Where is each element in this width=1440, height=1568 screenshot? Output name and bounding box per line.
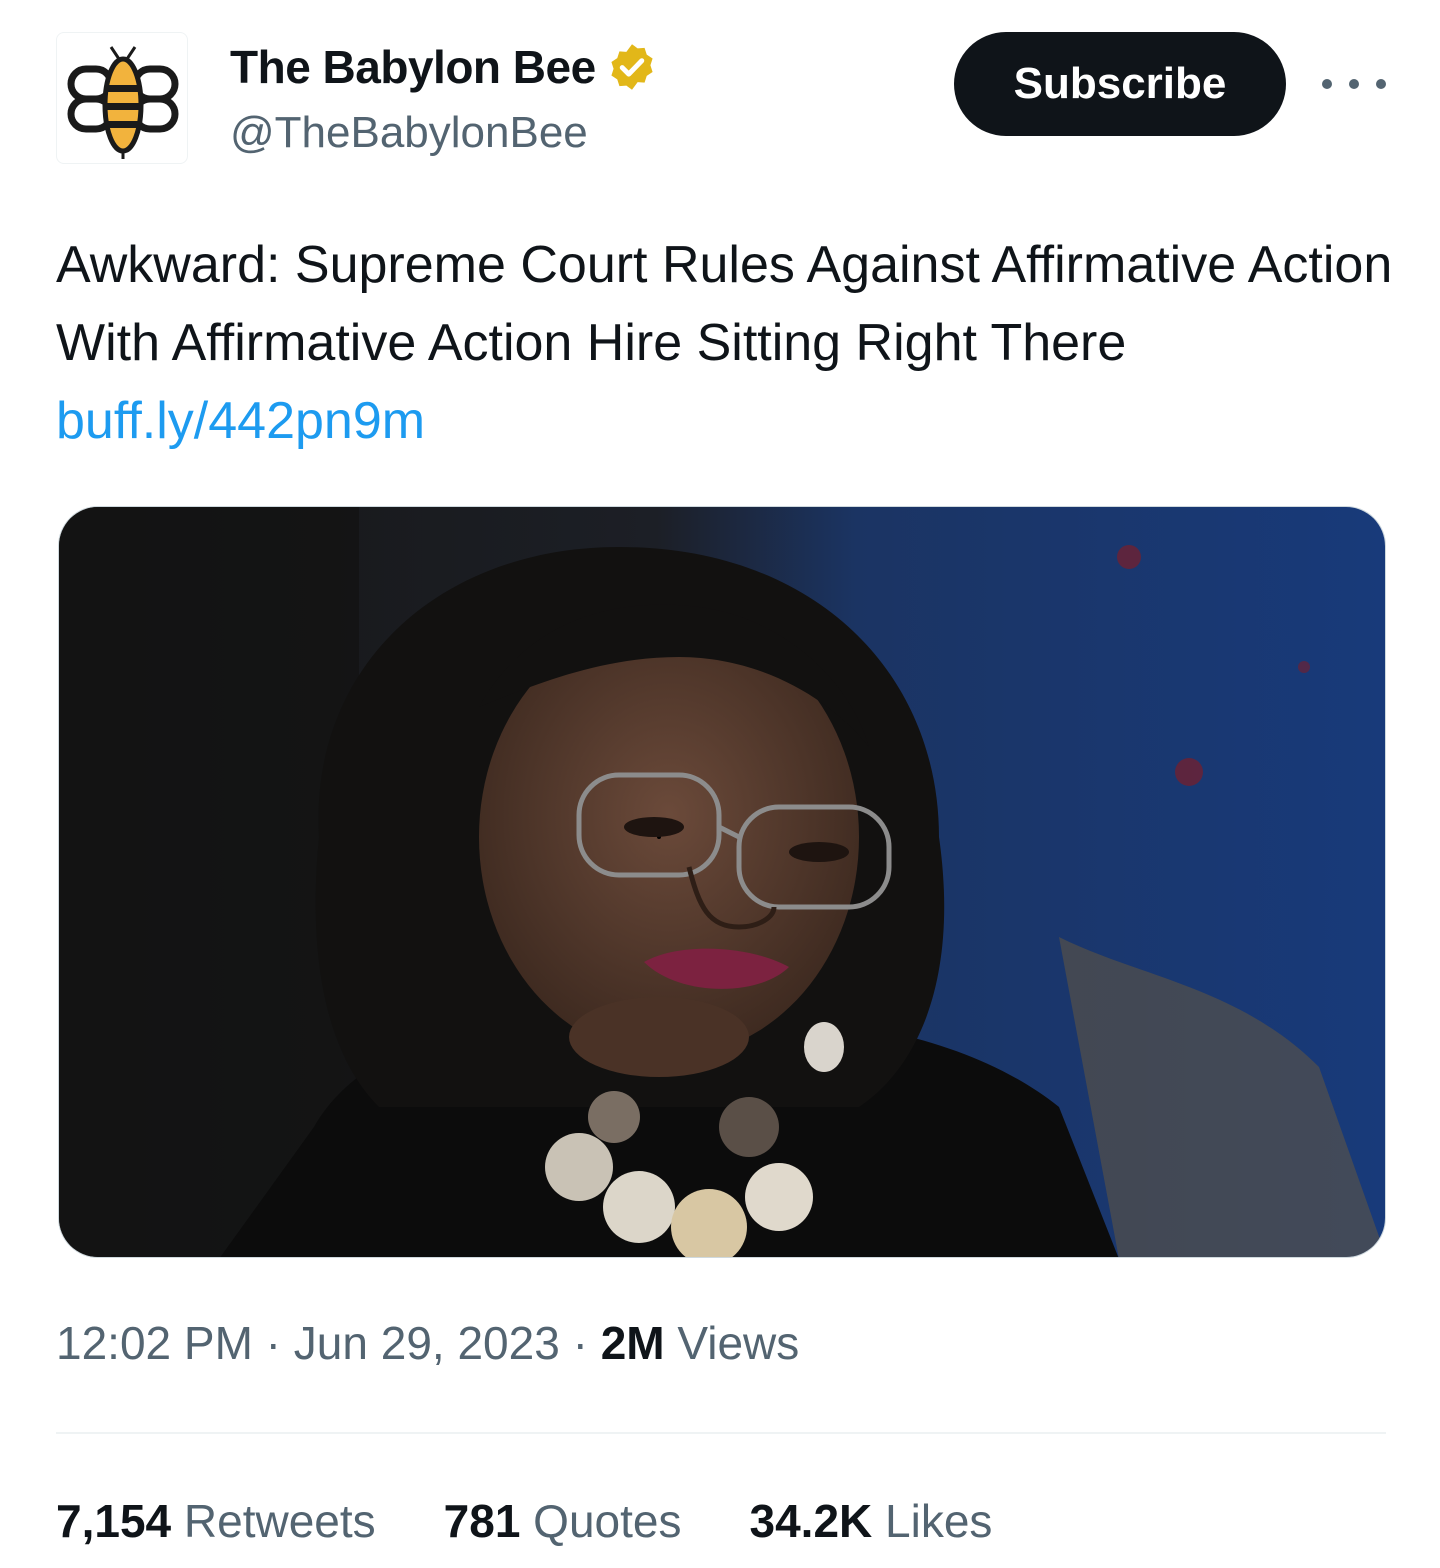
more-dot-icon [1376, 79, 1386, 89]
tweet-photo[interactable] [58, 506, 1386, 1258]
account-handle[interactable]: @TheBabylonBee [230, 108, 588, 158]
tweet-meta: 12:02 PM · Jun 29, 2023 · 2M Views [56, 1316, 799, 1370]
divider [56, 1432, 1386, 1434]
babylon-bee-logo-icon [67, 46, 179, 159]
retweets-label: Retweets [171, 1495, 376, 1547]
tweet-text: Awkward: Supreme Court Rules Against Aff… [56, 226, 1396, 460]
subscribe-button[interactable]: Subscribe [954, 32, 1286, 136]
account-name[interactable]: The Babylon Bee [230, 40, 596, 94]
likes-count: 34.2K [749, 1495, 873, 1547]
more-options-button[interactable] [1322, 66, 1386, 102]
retweets-count: 7,154 [56, 1495, 172, 1547]
quotes-count: 781 [443, 1495, 521, 1547]
retweets-stat[interactable]: 7,154 Retweets [56, 1494, 376, 1548]
views-count: 2M [600, 1317, 665, 1369]
tweet-date[interactable]: Jun 29, 2023 [294, 1317, 560, 1369]
quotes-label: Quotes [520, 1495, 682, 1547]
tweet-link[interactable]: buff.ly/442pn9m [56, 392, 425, 450]
account-name-row[interactable]: The Babylon Bee [230, 40, 658, 94]
verified-badge-icon[interactable] [606, 41, 658, 93]
tweet-stats: 7,154 Retweets 781 Quotes 34.2K Likes [56, 1494, 1060, 1548]
more-dot-icon [1349, 79, 1359, 89]
quotes-stat[interactable]: 781 Quotes [444, 1494, 682, 1548]
more-dot-icon [1322, 79, 1332, 89]
tweet-time[interactable]: 12:02 PM [56, 1317, 253, 1369]
likes-stat[interactable]: 34.2K Likes [750, 1494, 993, 1548]
meta-separator: · [252, 1317, 294, 1369]
photo-of-woman-in-judicial-robe [59, 507, 1385, 1257]
tweet-body: Awkward: Supreme Court Rules Against Aff… [56, 236, 1393, 372]
meta-separator: · [559, 1317, 601, 1369]
views-label: Views [664, 1317, 800, 1369]
avatar[interactable] [56, 32, 188, 164]
likes-label: Likes [872, 1495, 993, 1547]
